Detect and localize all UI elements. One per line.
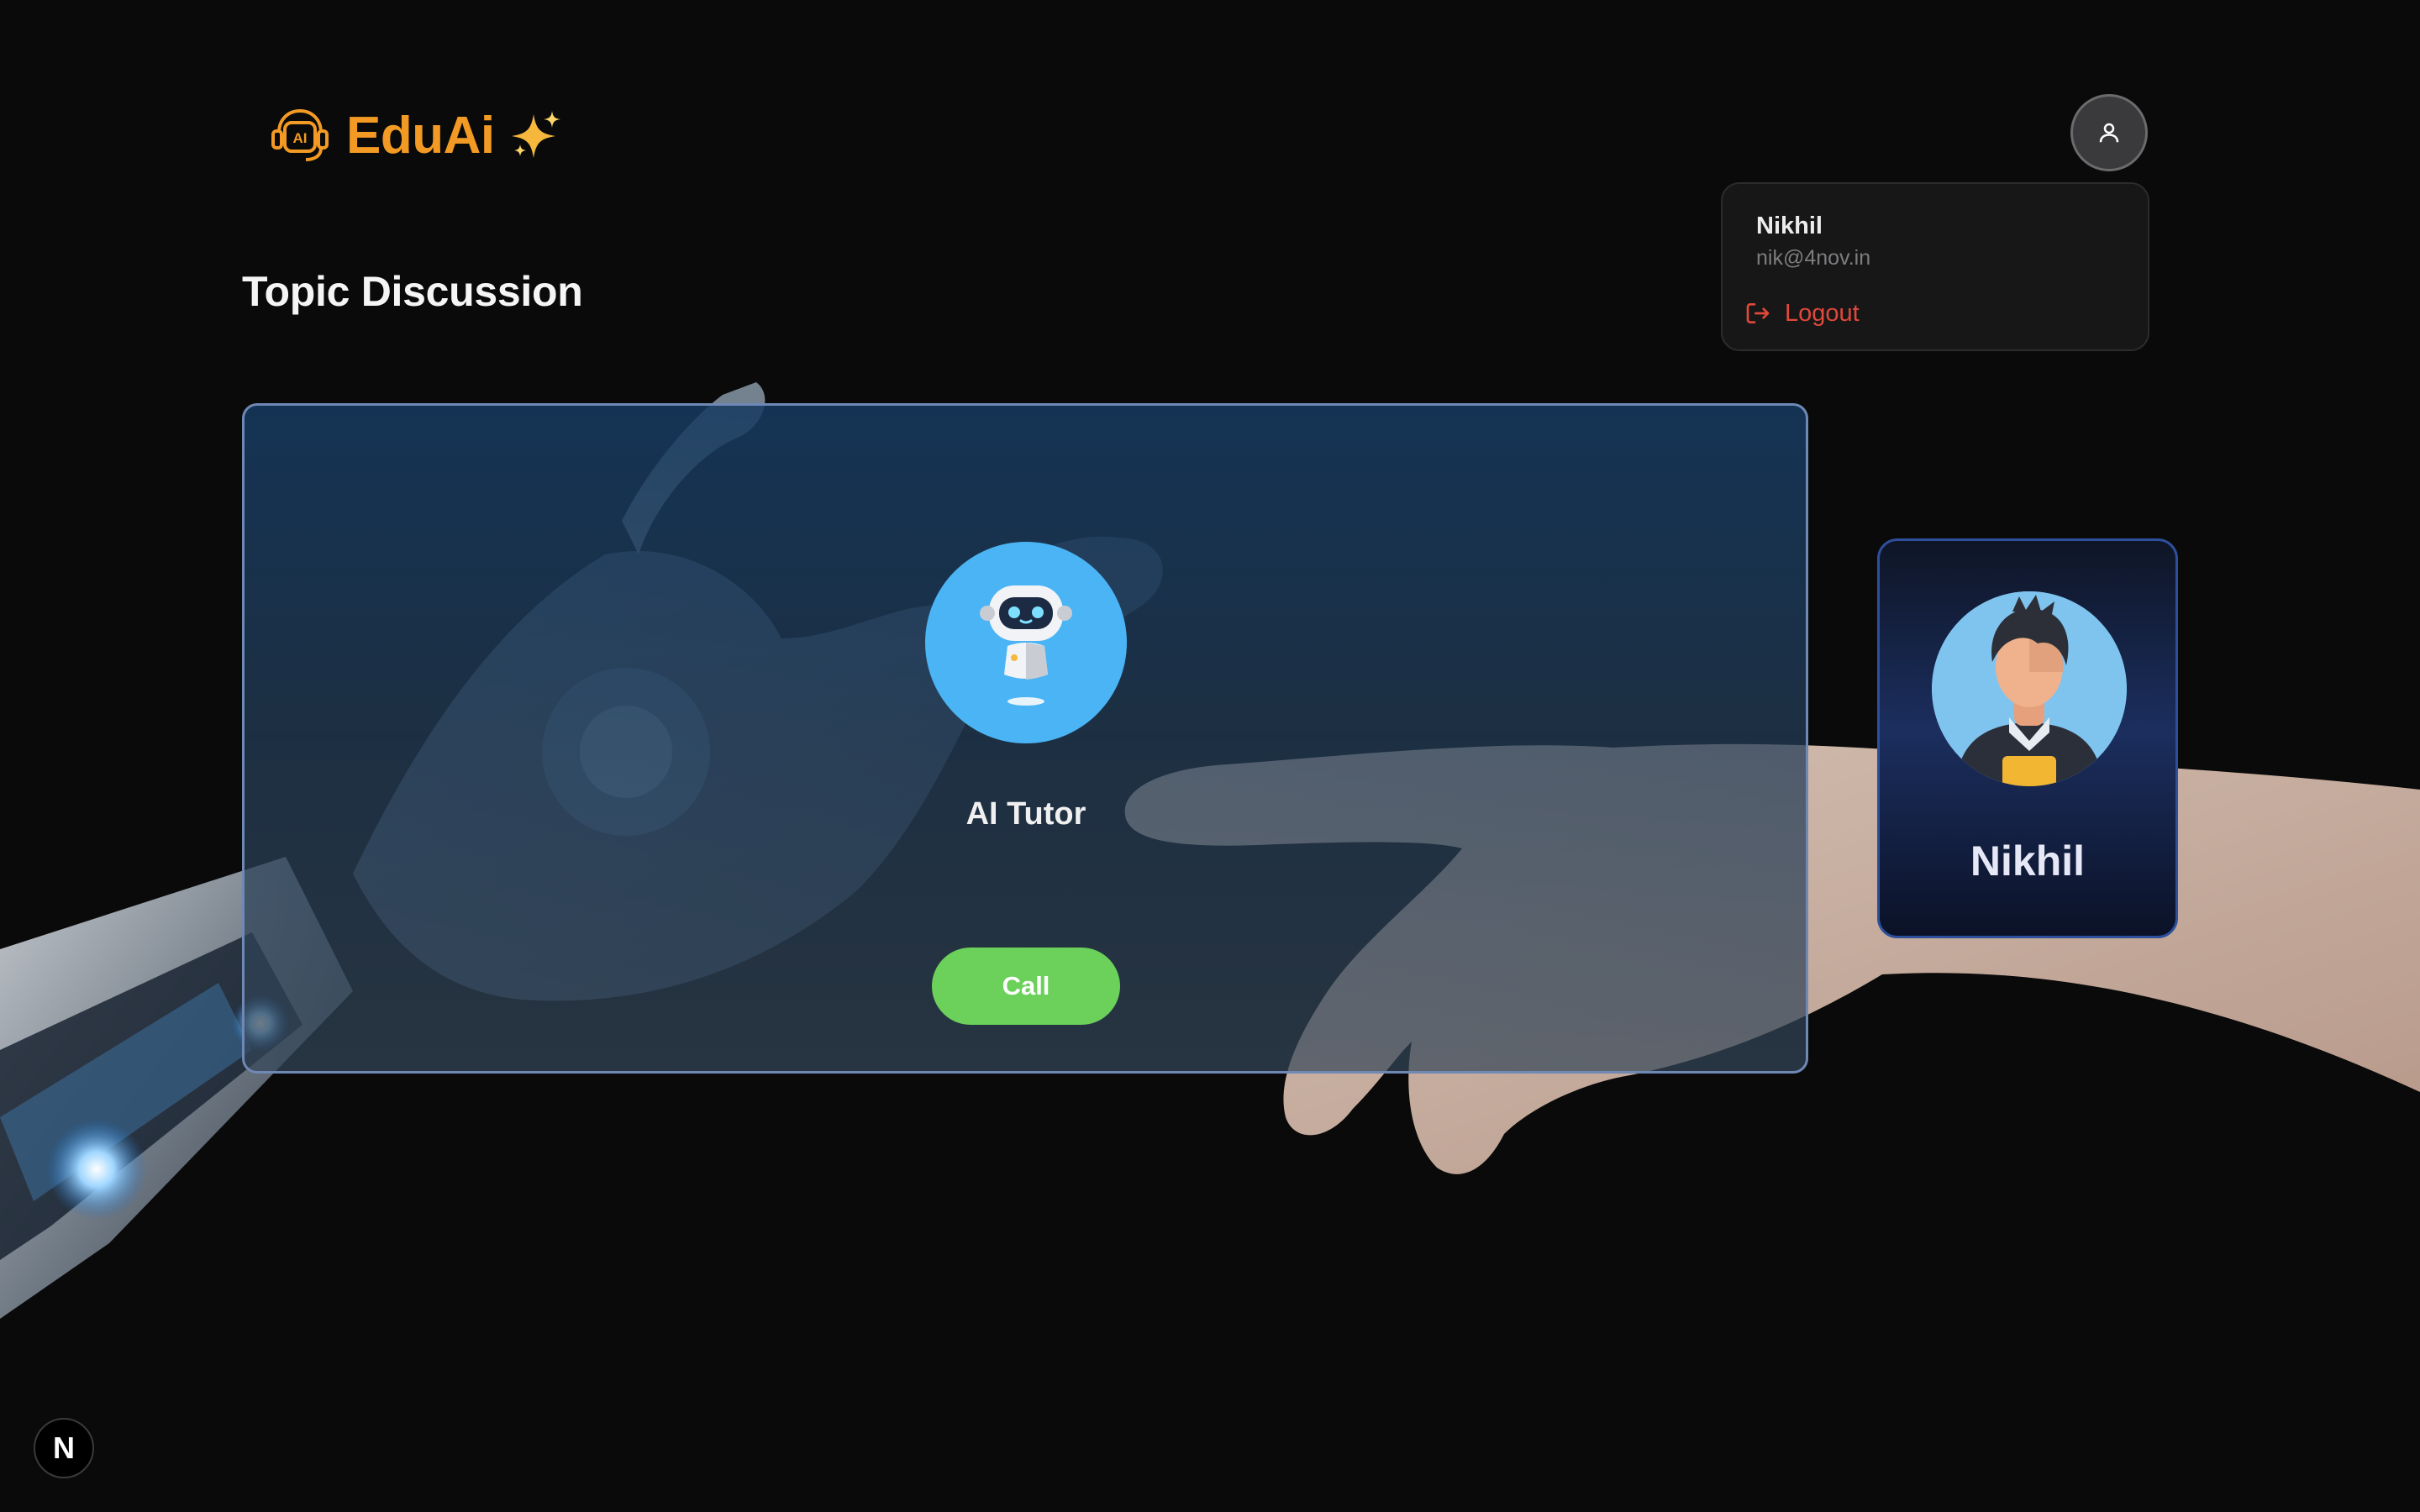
brand-logo[interactable]: AI EduAi <box>267 102 564 168</box>
user-dropdown-menu: Nikhil nik@4nov.in Logout <box>1721 182 2149 351</box>
ai-tutor-avatar <box>925 542 1127 743</box>
logout-label: Logout <box>1785 299 1860 327</box>
dev-tools-badge[interactable]: N <box>34 1418 94 1478</box>
call-button[interactable]: Call <box>932 948 1120 1025</box>
ai-tutor-label: AI Tutor <box>965 796 1086 832</box>
user-avatar <box>1932 591 2127 786</box>
user-menu-button[interactable] <box>2070 94 2148 171</box>
robot-icon <box>980 585 1072 706</box>
person-avatar-icon <box>1932 591 2127 786</box>
dropdown-user-email: nik@4nov.in <box>1756 246 1871 270</box>
page: AI EduAi Topic Discussion Nikhil nik@4no… <box>0 0 2420 1512</box>
ai-tutor-call-panel: AI Tutor Call <box>242 403 1808 1074</box>
logout-menu-item[interactable]: Logout <box>1744 295 1860 332</box>
sparkles-icon <box>511 111 560 158</box>
user-icon <box>2099 123 2119 143</box>
svg-text:AI: AI <box>293 130 308 146</box>
ai-headset-icon: AI <box>271 108 329 161</box>
user-participant-card: Nikhil <box>1877 538 2178 938</box>
dropdown-user-name: Nikhil <box>1756 213 1823 239</box>
user-card-name: Nikhil <box>1970 837 2086 885</box>
page-title: Topic Discussion <box>242 268 583 315</box>
brand-name: EduAi <box>346 106 495 165</box>
logout-icon <box>1746 303 1770 323</box>
